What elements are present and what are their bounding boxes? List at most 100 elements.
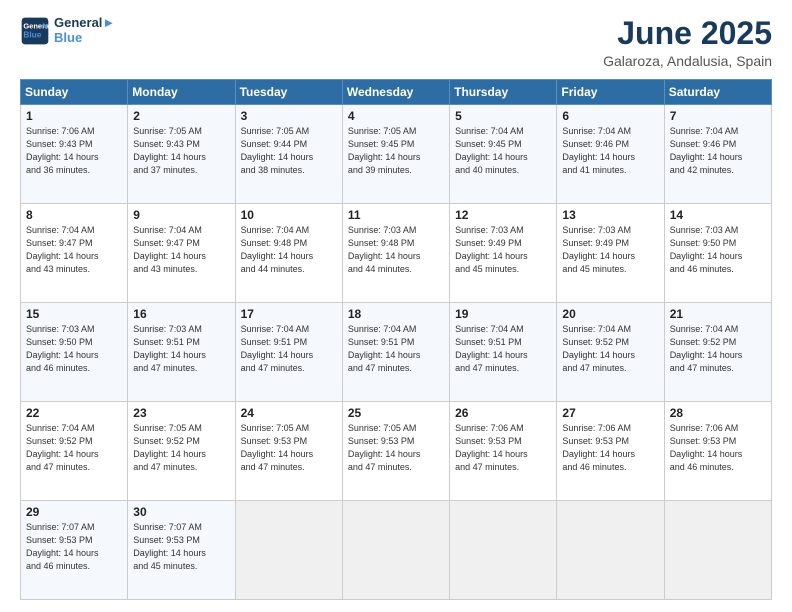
day-cell: 6Sunrise: 7:04 AMSunset: 9:46 PMDaylight… <box>557 105 664 204</box>
day-cell: 21 Sunrise: 7:04 AMSunset: 9:52 PMDayligh… <box>664 303 771 402</box>
day-info: Sunrise: 7:05 AMSunset: 9:45 PMDaylight:… <box>348 125 444 177</box>
svg-text:Blue: Blue <box>23 30 41 40</box>
day-cell: 4 Sunrise: 7:05 AMSunset: 9:45 PMDaylight… <box>342 105 449 204</box>
day-number: 20 <box>562 307 658 321</box>
title-block: June 2025 Galaroza, Andalusia, Spain <box>603 16 772 69</box>
day-cell: 24 Sunrise: 7:05 AMSunset: 9:53 PMDayligh… <box>235 402 342 501</box>
subtitle: Galaroza, Andalusia, Spain <box>603 53 772 69</box>
day-number: 21 <box>670 307 766 321</box>
week-row-5: 29 Sunrise: 7:07 AMSunset: 9:53 PMDayligh… <box>21 501 772 600</box>
day-info: Sunrise: 7:03 AMSunset: 9:50 PMDaylight:… <box>26 323 122 375</box>
day-number: 1 <box>26 109 122 123</box>
day-number: 13 <box>562 208 658 222</box>
day-cell: 27Sunrise: 7:06 AMSunset: 9:53 PMDayligh… <box>557 402 664 501</box>
day-number: 4 <box>348 109 444 123</box>
day-info: Sunrise: 7:03 AMSunset: 9:49 PMDaylight:… <box>562 224 658 276</box>
day-number: 3 <box>241 109 337 123</box>
week-row-4: 22 Sunrise: 7:04 AMSunset: 9:52 PMDayligh… <box>21 402 772 501</box>
col-wednesday: Wednesday <box>342 80 449 105</box>
day-cell: 19Sunrise: 7:04 AMSunset: 9:51 PMDayligh… <box>450 303 557 402</box>
day-number: 2 <box>133 109 229 123</box>
day-cell: 2 Sunrise: 7:05 AMSunset: 9:43 PMDaylight… <box>128 105 235 204</box>
day-number: 12 <box>455 208 551 222</box>
day-info: Sunrise: 7:04 AMSunset: 9:52 PMDaylight:… <box>26 422 122 474</box>
day-cell <box>557 501 664 600</box>
day-cell: 11 Sunrise: 7:03 AMSunset: 9:48 PMDayligh… <box>342 204 449 303</box>
day-number: 17 <box>241 307 337 321</box>
day-cell: 26Sunrise: 7:06 AMSunset: 9:53 PMDayligh… <box>450 402 557 501</box>
day-info: Sunrise: 7:05 AMSunset: 9:53 PMDaylight:… <box>241 422 337 474</box>
day-info: Sunrise: 7:06 AMSunset: 9:43 PMDaylight:… <box>26 125 122 177</box>
day-cell: 3Sunrise: 7:05 AMSunset: 9:44 PMDaylight… <box>235 105 342 204</box>
day-cell: 7Sunrise: 7:04 AMSunset: 9:46 PMDaylight… <box>664 105 771 204</box>
day-info: Sunrise: 7:06 AMSunset: 9:53 PMDaylight:… <box>562 422 658 474</box>
day-info: Sunrise: 7:05 AMSunset: 9:43 PMDaylight:… <box>133 125 229 177</box>
day-cell: 25 Sunrise: 7:05 AMSunset: 9:53 PMDayligh… <box>342 402 449 501</box>
day-cell: 30Sunrise: 7:07 AMSunset: 9:53 PMDayligh… <box>128 501 235 600</box>
calendar-body: 1 Sunrise: 7:06 AMSunset: 9:43 PMDaylight… <box>21 105 772 600</box>
day-number: 10 <box>241 208 337 222</box>
day-cell: 28 Sunrise: 7:06 AMSunset: 9:53 PMDayligh… <box>664 402 771 501</box>
day-info: Sunrise: 7:04 AMSunset: 9:52 PMDaylight:… <box>562 323 658 375</box>
day-cell: 29 Sunrise: 7:07 AMSunset: 9:53 PMDayligh… <box>21 501 128 600</box>
day-number: 14 <box>670 208 766 222</box>
day-number: 23 <box>133 406 229 420</box>
day-info: Sunrise: 7:04 AMSunset: 9:51 PMDaylight:… <box>241 323 337 375</box>
day-info: Sunrise: 7:03 AMSunset: 9:50 PMDaylight:… <box>670 224 766 276</box>
day-cell: 22 Sunrise: 7:04 AMSunset: 9:52 PMDayligh… <box>21 402 128 501</box>
day-number: 22 <box>26 406 122 420</box>
day-info: Sunrise: 7:05 AMSunset: 9:53 PMDaylight:… <box>348 422 444 474</box>
col-thursday: Thursday <box>450 80 557 105</box>
day-number: 18 <box>348 307 444 321</box>
day-info: Sunrise: 7:04 AMSunset: 9:46 PMDaylight:… <box>670 125 766 177</box>
day-number: 9 <box>133 208 229 222</box>
day-info: Sunrise: 7:04 AMSunset: 9:45 PMDaylight:… <box>455 125 551 177</box>
calendar-header: Sunday Monday Tuesday Wednesday Thursday… <box>21 80 772 105</box>
col-saturday: Saturday <box>664 80 771 105</box>
page: General Blue General► Blue June 2025 Gal… <box>0 0 792 612</box>
day-info: Sunrise: 7:04 AMSunset: 9:48 PMDaylight:… <box>241 224 337 276</box>
day-number: 28 <box>670 406 766 420</box>
day-cell: 8 Sunrise: 7:04 AMSunset: 9:47 PMDaylight… <box>21 204 128 303</box>
day-cell <box>450 501 557 600</box>
logo-line2: Blue <box>54 31 115 46</box>
day-info: Sunrise: 7:04 AMSunset: 9:51 PMDaylight:… <box>348 323 444 375</box>
day-cell: 1 Sunrise: 7:06 AMSunset: 9:43 PMDaylight… <box>21 105 128 204</box>
day-cell: 13 Sunrise: 7:03 AMSunset: 9:49 PMDayligh… <box>557 204 664 303</box>
logo-icon: General Blue <box>20 16 50 46</box>
day-number: 25 <box>348 406 444 420</box>
day-number: 29 <box>26 505 122 519</box>
day-number: 8 <box>26 208 122 222</box>
day-number: 24 <box>241 406 337 420</box>
col-sunday: Sunday <box>21 80 128 105</box>
day-info: Sunrise: 7:04 AMSunset: 9:47 PMDaylight:… <box>26 224 122 276</box>
main-title: June 2025 <box>603 16 772 51</box>
day-cell <box>235 501 342 600</box>
day-number: 5 <box>455 109 551 123</box>
day-info: Sunrise: 7:06 AMSunset: 9:53 PMDaylight:… <box>455 422 551 474</box>
logo: General Blue General► Blue <box>20 16 115 46</box>
day-cell: 17 Sunrise: 7:04 AMSunset: 9:51 PMDayligh… <box>235 303 342 402</box>
day-cell <box>664 501 771 600</box>
col-tuesday: Tuesday <box>235 80 342 105</box>
day-info: Sunrise: 7:03 AMSunset: 9:48 PMDaylight:… <box>348 224 444 276</box>
day-cell: 20 Sunrise: 7:04 AMSunset: 9:52 PMDayligh… <box>557 303 664 402</box>
day-number: 11 <box>348 208 444 222</box>
day-info: Sunrise: 7:07 AMSunset: 9:53 PMDaylight:… <box>133 521 229 573</box>
day-cell: 14 Sunrise: 7:03 AMSunset: 9:50 PMDayligh… <box>664 204 771 303</box>
day-info: Sunrise: 7:06 AMSunset: 9:53 PMDaylight:… <box>670 422 766 474</box>
header-row: Sunday Monday Tuesday Wednesday Thursday… <box>21 80 772 105</box>
day-info: Sunrise: 7:03 AMSunset: 9:49 PMDaylight:… <box>455 224 551 276</box>
day-number: 19 <box>455 307 551 321</box>
day-cell: 9Sunrise: 7:04 AMSunset: 9:47 PMDaylight… <box>128 204 235 303</box>
calendar-table: Sunday Monday Tuesday Wednesday Thursday… <box>20 79 772 600</box>
day-info: Sunrise: 7:04 AMSunset: 9:52 PMDaylight:… <box>670 323 766 375</box>
day-cell <box>342 501 449 600</box>
logo-line1: General► <box>54 16 115 31</box>
day-number: 16 <box>133 307 229 321</box>
day-info: Sunrise: 7:07 AMSunset: 9:53 PMDaylight:… <box>26 521 122 573</box>
week-row-3: 15 Sunrise: 7:03 AMSunset: 9:50 PMDayligh… <box>21 303 772 402</box>
day-cell: 23Sunrise: 7:05 AMSunset: 9:52 PMDayligh… <box>128 402 235 501</box>
day-number: 15 <box>26 307 122 321</box>
day-cell: 10 Sunrise: 7:04 AMSunset: 9:48 PMDayligh… <box>235 204 342 303</box>
